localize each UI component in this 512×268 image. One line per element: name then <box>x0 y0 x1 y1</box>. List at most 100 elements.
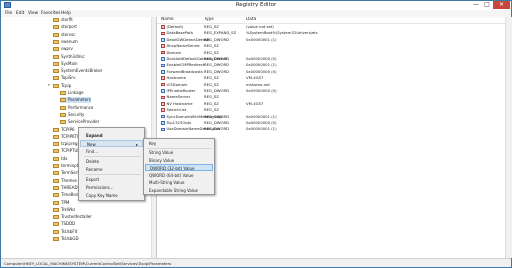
tree-item[interactable]: terminpt <box>53 163 78 169</box>
value-name: SearchList <box>166 107 187 113</box>
folder-icon <box>53 178 59 183</box>
menu-item-delete[interactable]: Delete <box>80 158 143 165</box>
list-row[interactable]: Tcp1323Opts REG_DWORD 0x00000000 (0) <box>157 120 505 125</box>
folder-icon <box>53 237 59 241</box>
list-row[interactable]: ICSDomain REG_SZ mshome.net <box>157 82 505 87</box>
submenu-item-dword-value[interactable]: DWORD (32-bit) Value <box>145 164 213 171</box>
tree-item[interactable]: TapiSrv <box>53 75 75 81</box>
menu-item-export[interactable]: Export <box>80 176 143 183</box>
tree-item[interactable]: TrustedInstaller <box>53 214 92 220</box>
list-row[interactable]: Hostname REG_SZ VM-4GS7 <box>157 75 505 80</box>
menu-item-copy-key-name[interactable]: Copy Key Name <box>80 192 143 199</box>
list-row[interactable]: DeadGWDetectDefault REG_DWORD 0x00000001… <box>157 37 505 42</box>
value-type: REG_SZ <box>204 43 219 49</box>
tree-item-label: SysMain <box>61 60 78 66</box>
tree-item[interactable]: swprv <box>53 46 73 52</box>
tree-item[interactable]: tcpipreg <box>53 141 78 147</box>
list-row[interactable]: IPEnableRouter REG_DWORD 0x00000000 (0) <box>157 88 505 93</box>
binary-value-icon <box>161 121 165 125</box>
tree-item[interactable]: ServiceProvider <box>60 119 99 125</box>
menu-favorites[interactable]: Favorites <box>41 10 60 17</box>
tree-item[interactable]: storport <box>53 24 77 30</box>
submenu-item-qword-value[interactable]: QWORD (64-bit) Value <box>145 172 213 179</box>
tree-item-label: Tcpip <box>61 82 72 88</box>
value-name: NV Hostname <box>166 100 193 106</box>
tree-item-label: tcpipreg <box>61 141 78 147</box>
tree-item[interactable]: tdx <box>53 156 67 162</box>
tree-item[interactable]: swenum <box>53 39 78 45</box>
menu-separator <box>84 174 141 175</box>
minimize-button[interactable]: — <box>471 1 481 9</box>
list-row[interactable]: NameServer REG_SZ <box>157 94 505 99</box>
tree-item-label: TsUsbGD <box>61 236 79 241</box>
tree-item-label: TSDDD <box>61 221 76 227</box>
tree-item[interactable]: TCPIP6 <box>53 127 75 133</box>
binary-value-icon <box>161 38 165 42</box>
value-name: (Default) <box>166 24 184 29</box>
menu-item-new[interactable]: New ▸ <box>80 140 143 147</box>
menu-view[interactable]: View <box>28 10 38 17</box>
tree-item[interactable]: TsUsbGD <box>53 236 79 242</box>
submenu-item-string-value[interactable]: String Value <box>145 149 213 156</box>
status-bar-path: Computer\HKEY_LOCAL_MACHINE\SYSTEM\Curre… <box>1 258 511 267</box>
column-header-name[interactable]: Name <box>161 17 174 23</box>
tree-item[interactable]: SystemEventsBroker <box>53 68 103 74</box>
menu-bar: File Edit View Favorites Help <box>1 10 511 17</box>
value-name: NameServer <box>166 94 191 100</box>
submenu-item-key[interactable]: Key <box>145 140 213 147</box>
list-row[interactable]: DontAddDefaultGatewayDefault REG_DWORD 0… <box>157 56 505 61</box>
folder-icon <box>53 171 59 176</box>
submenu-item-multi-string-value[interactable]: Multi-String Value <box>145 179 213 186</box>
menu-edit[interactable]: Edit <box>16 10 24 17</box>
folder-icon <box>53 164 59 168</box>
submenu-item-binary-value[interactable]: Binary Value <box>145 157 213 164</box>
menu-file[interactable]: File <box>5 10 12 17</box>
expand-arrow-icon[interactable]: ▾ <box>48 83 50 89</box>
list-row[interactable]: Domain REG_SZ <box>157 50 505 55</box>
tree-item[interactable]: TrkWks <box>53 207 75 213</box>
column-header-type[interactable]: Type <box>204 17 214 23</box>
menu-item-expand[interactable]: Expand <box>80 132 143 139</box>
tree-item[interactable]: Linkage <box>60 90 84 96</box>
menu-help[interactable]: Help <box>61 10 71 17</box>
list-header: Name Type Data <box>157 17 505 24</box>
tree-item[interactable]: TPM <box>53 200 69 206</box>
list-row[interactable]: (Default) REG_SZ (value not set) <box>157 24 505 29</box>
tree-item[interactable]: SysMain <box>53 61 78 67</box>
string-value-icon <box>161 102 165 106</box>
list-scrollbar[interactable] <box>505 17 512 258</box>
list-row[interactable]: SyncDomainWithMembership REG_DWORD 0x000… <box>157 114 505 119</box>
submenu-item-expandable-string-value[interactable]: Expandable String Value <box>145 187 213 194</box>
tree-item[interactable]: Security <box>60 112 84 118</box>
tree-item-selected[interactable]: Parameters <box>60 97 91 103</box>
list-row[interactable]: ForwardBroadcasts REG_DWORD 0x00000000 (… <box>157 69 505 74</box>
folder-icon <box>53 127 59 132</box>
maximize-button[interactable]: □ <box>482 1 492 9</box>
list-row[interactable]: EnableICMPRedirect REG_DWORD 0x00000001 … <box>157 62 505 67</box>
tree-item[interactable]: TsUsbFlt <box>53 229 77 235</box>
tree-item[interactable]: Themes <box>53 178 77 184</box>
folder-icon <box>53 229 59 234</box>
list-row[interactable]: SearchList REG_SZ <box>157 107 505 112</box>
tree-item[interactable]: storflt <box>53 17 73 23</box>
menu-item-rename[interactable]: Rename <box>80 166 143 173</box>
folder-icon <box>53 61 59 66</box>
tree-item-label: Performance <box>68 104 94 110</box>
tree-item[interactable]: ▾ Tcpip <box>48 82 72 89</box>
tree-item[interactable]: Synth3dVsc <box>53 54 85 60</box>
tree-item[interactable]: storvsc <box>53 32 75 38</box>
close-button[interactable]: ✕ <box>493 1 510 9</box>
list-row[interactable]: DhcpNameServer REG_SZ <box>157 43 505 48</box>
tree-item[interactable]: TSDDD <box>53 221 75 227</box>
value-data: mshome.net <box>246 81 270 87</box>
tree-item[interactable]: Performance <box>60 105 93 111</box>
menu-item-permissions[interactable]: Permissions... <box>80 184 143 191</box>
binary-value-icon <box>161 89 165 93</box>
folder-icon <box>53 32 59 37</box>
column-header-data[interactable]: Data <box>246 17 256 23</box>
list-row[interactable]: DataBasePath REG_EXPAND_SZ %SystemRoot%\… <box>157 30 505 35</box>
list-row[interactable]: NV Hostname REG_SZ VM-4GS7 <box>157 101 505 106</box>
list-row[interactable]: UseDomainNameDevolution REG_DWORD 0x0000… <box>157 126 505 131</box>
menu-item-find[interactable]: Find... <box>80 148 143 155</box>
tree-item-label: Parameters <box>68 97 91 103</box>
